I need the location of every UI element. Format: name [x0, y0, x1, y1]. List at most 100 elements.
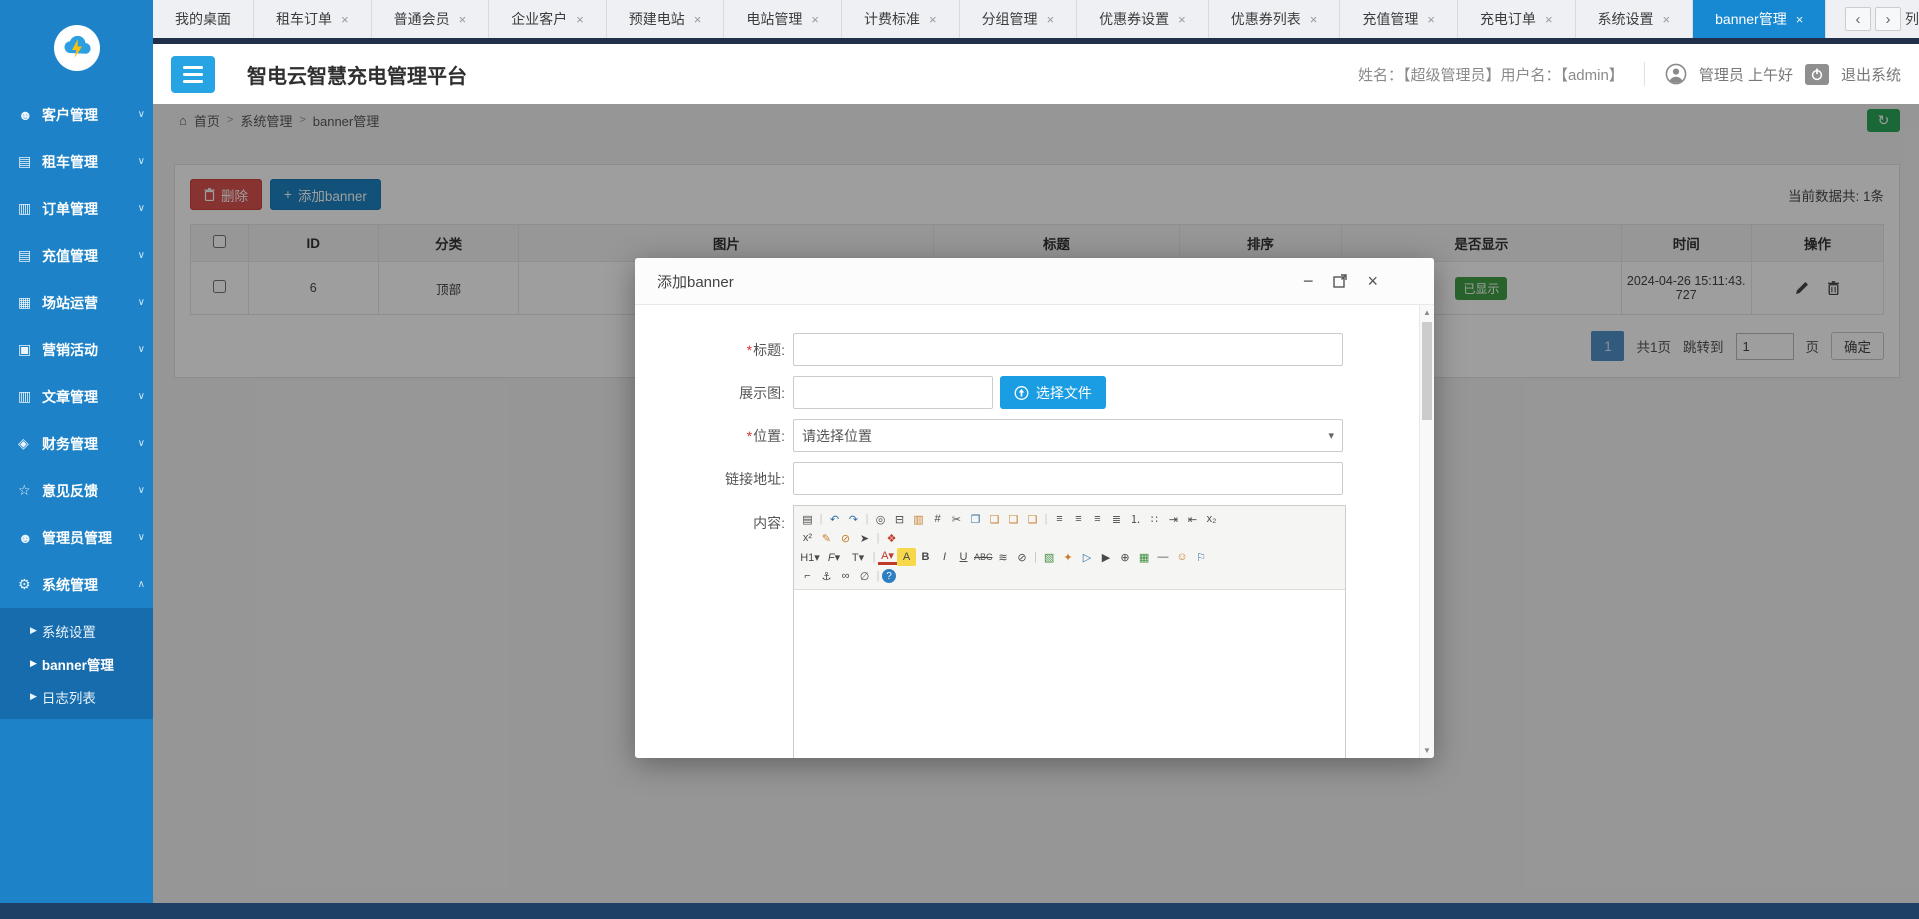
paste-text-icon[interactable]: ❏	[1004, 510, 1023, 528]
submenu-log-list[interactable]: ▶ 日志列表	[0, 680, 153, 713]
insert-image-icon[interactable]: ▧	[1040, 548, 1059, 566]
about-icon[interactable]: ?	[882, 569, 896, 583]
select-all-icon[interactable]: ➤	[855, 529, 874, 547]
tab-my-desktop[interactable]: 我的桌面 ×	[153, 0, 254, 38]
tab-close-icon[interactable]: ×	[1663, 12, 1671, 27]
position-select[interactable]: 请选择位置 ▾	[793, 419, 1343, 452]
tab-group-management[interactable]: 分组管理 ×	[960, 0, 1078, 38]
movie-icon[interactable]: ▶	[1097, 548, 1116, 566]
underline-icon[interactable]: U	[954, 548, 973, 566]
tabs-next-button[interactable]: ›	[1875, 7, 1901, 31]
tab-system-settings[interactable]: 系统设置 ×	[1576, 0, 1694, 38]
sidebar-item-station-ops[interactable]: ▦ 场站运营 ∨	[0, 279, 153, 326]
tab-close-icon[interactable]: ×	[694, 12, 702, 27]
sidebar-item-marketing[interactable]: ▣ 营销活动 ∨	[0, 326, 153, 373]
preview-icon[interactable]: ◎	[871, 510, 890, 528]
sidebar-item-order-mgmt[interactable]: ▥ 订单管理 ∨	[0, 185, 153, 232]
submenu-system-settings[interactable]: ▶ 系统设置	[0, 614, 153, 647]
align-right-icon[interactable]: ≡	[1088, 510, 1107, 528]
tab-close-icon[interactable]: ×	[1796, 12, 1804, 27]
highlight-color-icon[interactable]: A	[897, 548, 916, 566]
undo-icon[interactable]: ↶	[825, 510, 844, 528]
sidebar-item-system-mgmt[interactable]: ⚙ 系统管理 ∧	[0, 561, 153, 608]
modal-scrollbar[interactable]: ▲ ▼	[1419, 305, 1434, 758]
tab-charging-orders[interactable]: 充电订单 ×	[1458, 0, 1576, 38]
line-height-icon[interactable]: ≋	[994, 548, 1013, 566]
tab-close-icon[interactable]: ×	[1545, 12, 1553, 27]
align-left-icon[interactable]: ≡	[1050, 510, 1069, 528]
sidebar-item-article-mgmt[interactable]: ▥ 文章管理 ∨	[0, 373, 153, 420]
code-icon[interactable]: #	[928, 510, 947, 528]
minimize-icon[interactable]: −	[1303, 272, 1314, 290]
flash-icon[interactable]: ✦	[1059, 548, 1078, 566]
outdent-icon[interactable]: ⇤	[1183, 510, 1202, 528]
horizontal-rule-icon[interactable]: ―	[1154, 548, 1173, 566]
sidebar-item-customer-mgmt[interactable]: ☻ 客户管理 ∨	[0, 91, 153, 138]
emoticons-icon[interactable]: ☺	[1173, 548, 1192, 566]
tabs-prev-button[interactable]: ‹	[1845, 7, 1871, 31]
tab-station-management[interactable]: 电站管理 ×	[724, 0, 842, 38]
maximize-icon[interactable]	[1333, 274, 1348, 288]
quick-format-icon[interactable]: ❖	[882, 529, 901, 547]
sidebar-item-rental-mgmt[interactable]: ▤ 租车管理 ∨	[0, 138, 153, 185]
italic-icon[interactable]: I	[935, 548, 954, 566]
template-icon[interactable]: ▥	[909, 510, 928, 528]
anchor-icon[interactable]: ⚓	[817, 567, 836, 585]
attachment-icon[interactable]: ⊕	[1116, 548, 1135, 566]
tab-close-icon[interactable]: ×	[811, 12, 819, 27]
insert-table-icon[interactable]: ▦	[1135, 548, 1154, 566]
editor-content-area[interactable]	[794, 590, 1345, 758]
remove-format-icon[interactable]: ⊘	[1013, 548, 1032, 566]
sidebar-item-admin-mgmt[interactable]: ☻ 管理员管理 ∨	[0, 514, 153, 561]
align-center-icon[interactable]: ≡	[1069, 510, 1088, 528]
clear-format-icon[interactable]: ⊘	[836, 529, 855, 547]
copy-icon[interactable]: ❐	[966, 510, 985, 528]
scrollbar-thumb[interactable]	[1422, 322, 1432, 420]
bold-icon[interactable]: B	[916, 548, 935, 566]
tab-close-icon[interactable]: ×	[459, 12, 467, 27]
image-path-input[interactable]	[793, 376, 993, 409]
page-break-icon[interactable]: ⌐	[798, 567, 817, 585]
hamburger-menu-button[interactable]	[171, 55, 215, 93]
unlink-icon[interactable]: ∅	[855, 567, 874, 585]
tab-recharge-management[interactable]: 充值管理 ×	[1340, 0, 1458, 38]
tab-close-icon[interactable]: ×	[929, 12, 937, 27]
map-icon[interactable]: ⚐	[1192, 548, 1211, 566]
tabs-overflow-menu[interactable]: 列	[1905, 9, 1919, 29]
tab-close-icon[interactable]: ×	[341, 12, 349, 27]
redo-icon[interactable]: ↷	[844, 510, 863, 528]
close-icon[interactable]: ×	[1367, 272, 1378, 290]
tab-close-icon[interactable]: ×	[576, 12, 584, 27]
tab-coupon-settings[interactable]: 优惠券设置 ×	[1077, 0, 1209, 38]
tab-billing-standards[interactable]: 计费标准 ×	[842, 0, 960, 38]
submenu-banner-mgmt[interactable]: ▶ banner管理	[0, 647, 153, 680]
banner-title-input[interactable]	[793, 333, 1343, 366]
tab-prebuilt-stations[interactable]: 预建电站 ×	[607, 0, 725, 38]
power-button[interactable]	[1804, 63, 1829, 85]
heading-dropdown[interactable]: H1▾	[798, 548, 822, 566]
scroll-down-icon[interactable]: ▼	[1420, 746, 1434, 755]
sidebar-item-feedback[interactable]: ☆ 意见反馈 ∨	[0, 467, 153, 514]
tab-banner-management[interactable]: banner管理 ×	[1693, 0, 1827, 38]
font-family-dropdown[interactable]: F▾	[822, 548, 846, 566]
sidebar-item-finance-mgmt[interactable]: ◈ 财务管理 ∨	[0, 420, 153, 467]
strikethrough-icon[interactable]: ABC	[973, 548, 994, 566]
tab-close-icon[interactable]: ×	[1427, 12, 1435, 27]
indent-icon[interactable]: ⇥	[1164, 510, 1183, 528]
paste-icon[interactable]: ❏	[985, 510, 1004, 528]
paste-word-icon[interactable]: ❏	[1023, 510, 1042, 528]
text-color-icon[interactable]: A▾	[878, 550, 897, 565]
superscript-icon[interactable]: x²	[798, 529, 817, 547]
tab-car-rental-orders[interactable]: 租车订单 ×	[254, 0, 372, 38]
tab-close-icon[interactable]: ×	[1310, 12, 1318, 27]
unordered-list-icon[interactable]: ∷	[1145, 510, 1164, 528]
logout-button[interactable]: 退出系统	[1841, 64, 1901, 85]
subscript-icon[interactable]: x₂	[1202, 510, 1221, 528]
source-icon[interactable]: ▤	[798, 510, 817, 528]
tab-regular-members[interactable]: 普通会员 ×	[372, 0, 490, 38]
tab-close-icon[interactable]: ×	[1178, 12, 1186, 27]
cut-icon[interactable]: ✂	[947, 510, 966, 528]
tab-enterprise-customers[interactable]: 企业客户 ×	[489, 0, 607, 38]
print-icon[interactable]: ⊟	[890, 510, 909, 528]
tab-coupon-list[interactable]: 优惠券列表 ×	[1209, 0, 1341, 38]
